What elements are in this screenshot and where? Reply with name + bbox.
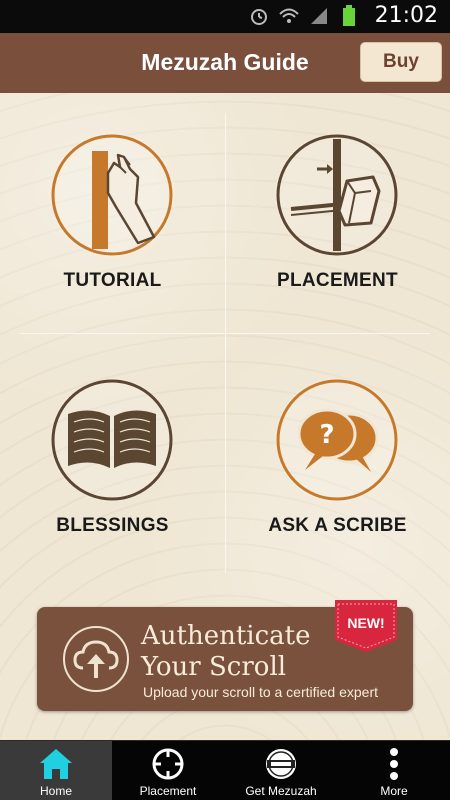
tab-label: Placement (139, 784, 197, 798)
status-time: 21:02 (374, 3, 438, 28)
open-book-icon (50, 378, 174, 502)
wifi-icon (278, 6, 300, 26)
status-bar: 21:02 (0, 0, 450, 33)
question-chat-icon: ? (275, 378, 399, 502)
battery-icon (338, 5, 360, 26)
new-badge: NEW! (347, 615, 385, 631)
buy-button[interactable]: Buy (360, 42, 442, 82)
status-icons (248, 5, 360, 26)
grid-divider-horizontal (20, 333, 430, 334)
cloud-upload-icon (63, 626, 129, 692)
more-vertical-icon (374, 747, 414, 781)
hand-affixing-icon (50, 133, 174, 257)
tab-home[interactable]: Home (0, 741, 112, 800)
tab-more[interactable]: More (338, 741, 450, 800)
banner-title-line1: Authenticate (141, 621, 311, 651)
banner-subtitle: Upload your scroll to a certified expert (143, 684, 378, 700)
app-header: Mezuzah Guide Buy (0, 33, 450, 93)
tile-label: TUTORIAL (63, 270, 162, 291)
tab-placement[interactable]: Placement (112, 741, 224, 800)
tab-label: Get Mezuzah (245, 784, 317, 798)
tile-label: PLACEMENT (277, 270, 398, 291)
tab-label: More (380, 784, 408, 798)
svg-text:?: ? (319, 420, 334, 450)
tile-placement[interactable]: PLACEMENT (225, 93, 450, 333)
authenticate-scroll-banner[interactable]: Authenticate Your Scroll Upload your scr… (37, 600, 413, 711)
target-icon (148, 747, 188, 781)
tile-ask-a-scribe[interactable]: ? ASK A SCRIBE (225, 338, 450, 578)
alarm-icon (248, 6, 270, 26)
tile-label: BLESSINGS (56, 515, 169, 536)
banner-title: Authenticate Your Scroll (141, 621, 311, 683)
tile-label: ASK A SCRIBE (268, 515, 407, 536)
home-content: TUTORIAL PLACEMENT BLESSINGS ? ASK A SCR… (0, 93, 450, 740)
bottom-tab-bar: Home Placement Get Mezuzah More (0, 740, 450, 800)
tile-blessings[interactable]: BLESSINGS (0, 338, 225, 578)
tab-label: Home (39, 784, 72, 798)
mezuzah-seal-icon (261, 747, 301, 781)
banner-title-line2: Your Scroll (141, 652, 287, 682)
doorpost-mezuzah-icon (275, 133, 399, 257)
tile-tutorial[interactable]: TUTORIAL (0, 93, 225, 333)
tab-get-mezuzah[interactable]: Get Mezuzah (225, 741, 337, 800)
signal-icon (308, 6, 330, 26)
home-icon (36, 747, 76, 781)
